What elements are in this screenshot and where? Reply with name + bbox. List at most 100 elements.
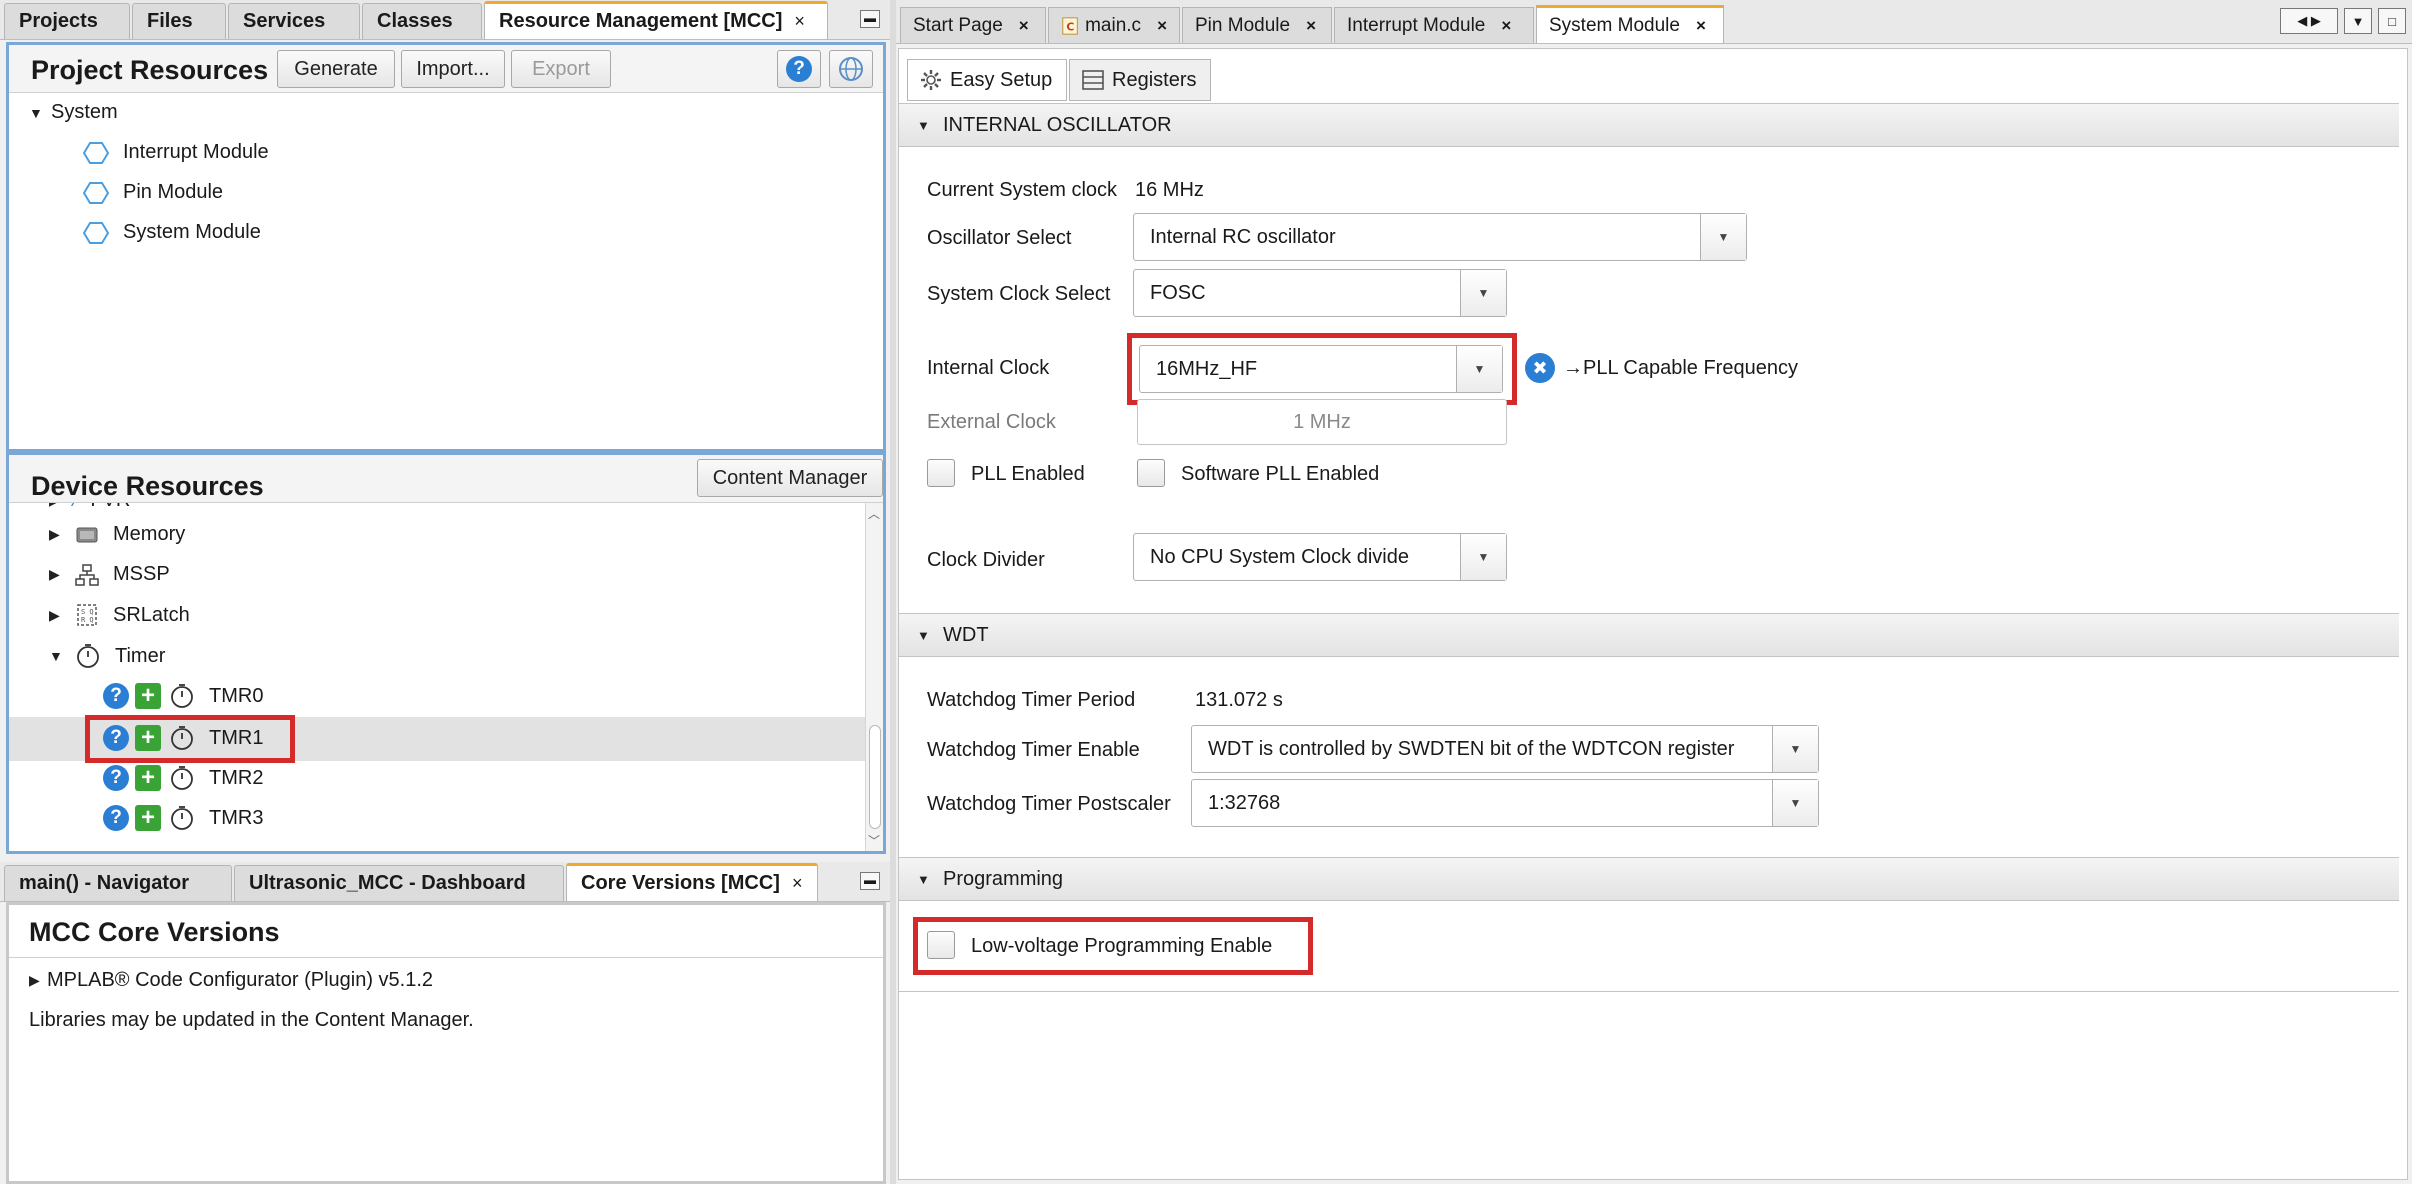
close-icon[interactable]: × [1306,16,1316,36]
globe-button[interactable] [829,50,873,88]
close-icon[interactable]: × [1157,16,1167,36]
help-icon[interactable]: ? [103,683,129,709]
expand-right-icon[interactable]: ▶ [49,503,71,509]
section-title: INTERNAL OSCILLATOR [943,113,1172,136]
oscillator-select-dropdown[interactable]: Internal RC oscillator ▼ [1133,213,1747,261]
tab-scroll-arrows[interactable]: ◀ ▶ [2280,8,2338,34]
tab-services[interactable]: Services [228,3,360,39]
tab-files[interactable]: Files [132,3,226,39]
close-icon[interactable]: × [1696,16,1706,36]
device-resources-panel: Device Resources Content Manager ▶ ⁄ FVR ▶… [6,452,886,854]
import-button[interactable]: Import... [401,50,505,88]
maximize-window-button[interactable]: □ [2378,8,2406,34]
highlight-box [913,917,1313,975]
help-button[interactable]: ? [777,50,821,88]
gear-icon [921,70,941,90]
tab-main-c[interactable]: C main.c × [1048,7,1180,43]
software-pll-checkbox[interactable] [1137,459,1165,487]
tree-item-interrupt-module[interactable]: Interrupt Module [83,141,269,164]
tab-pin-module[interactable]: Pin Module × [1182,7,1332,43]
tree-item-srlatch[interactable]: ▶ S QR Q SRLatch [49,603,190,627]
tree-item-system-module[interactable]: System Module [83,221,261,244]
minimize-window-button[interactable]: ▬ [860,872,880,890]
export-button[interactable]: Export [511,50,611,88]
clock-divider-dropdown[interactable]: No CPU System Clock divide ▼ [1133,533,1507,581]
tree-item-tmr3[interactable]: ? + TMR3 [103,804,263,831]
wdt-postscaler-dropdown[interactable]: 1:32768 ▼ [1191,779,1819,827]
content-manager-note: Libraries may be updated in the Content … [29,1009,474,1031]
expand-right-icon[interactable]: ▶ [29,972,47,989]
generate-button[interactable]: Generate [277,50,395,88]
expand-down-icon[interactable]: ▼ [49,648,71,664]
project-resources-panel: Project Resources Generate Import... Exp… [6,42,886,452]
tab-easy-setup[interactable]: Easy Setup [907,59,1067,101]
collapse-icon[interactable]: ▼ [917,872,943,887]
tab-navigator[interactable]: main() - Navigator [4,865,232,901]
external-clock-field[interactable]: 1 MHz [1137,399,1507,445]
tab-core-versions[interactable]: Core Versions [MCC] × [566,863,818,901]
device-tree-scrollbar[interactable]: ︿ ﹀ [865,503,883,851]
expand-right-icon[interactable]: ▶ [49,566,71,583]
dropdown-value: WDT is controlled by SWDTEN bit of the W… [1208,738,1735,760]
expand-right-icon[interactable]: ▶ [49,526,71,543]
tab-classes[interactable]: Classes [362,3,482,39]
wdt-enable-dropdown[interactable]: WDT is controlled by SWDTEN bit of the W… [1191,725,1819,773]
network-icon [75,563,99,586]
chevron-left-icon[interactable]: ◀ [2297,13,2307,29]
chevron-down-icon[interactable]: ▼ [1460,534,1506,580]
close-icon[interactable]: × [1019,16,1029,36]
chevron-down-icon[interactable]: ▼ [1772,780,1818,826]
minimize-window-button[interactable]: ▬ [860,10,880,28]
collapse-icon[interactable]: ▼ [917,628,943,643]
tab-interrupt-module[interactable]: Interrupt Module × [1334,7,1534,43]
tab-system-module[interactable]: System Module × [1536,5,1724,43]
tab-label: Pin Module [1195,14,1291,36]
collapse-icon[interactable]: ▼ [917,118,943,133]
tab-registers[interactable]: Registers [1069,59,1211,101]
scroll-down-icon[interactable]: ﹀ [868,832,880,849]
add-icon[interactable]: + [135,682,161,709]
tree-item-mssp[interactable]: ▶ MSSP [49,563,170,586]
tree-item-memory[interactable]: ▶ Memory [49,523,185,546]
expand-right-icon[interactable]: ▶ [49,607,71,624]
tree-item-pin-module[interactable]: Pin Module [83,181,223,204]
tree-item-mplab-plugin[interactable]: ▶ MPLAB® Code Configurator (Plugin) v5.1.… [29,969,433,992]
close-icon[interactable]: × [1501,16,1511,36]
help-icon: ? [786,56,812,82]
section-wdt[interactable]: ▼ WDT [899,613,2399,657]
expand-down-icon[interactable]: ▼ [29,105,51,121]
scrollbar-thumb[interactable] [869,725,881,829]
tab-resource-management[interactable]: Resource Management [MCC] × [484,1,828,39]
tab-projects[interactable]: Projects [4,3,130,39]
tree-label: TMR2 [209,766,264,789]
scroll-up-icon[interactable]: ︿ [868,505,880,522]
chevron-right-icon[interactable]: ▶ [2311,13,2321,29]
stopwatch-icon [77,644,99,668]
editor-tabbar: Start Page × C main.c × Pin Module × Interr… [896,0,2412,44]
help-icon[interactable]: ? [103,805,129,831]
chevron-down-icon[interactable]: ▼ [1772,726,1818,772]
pll-enabled-checkbox[interactable] [927,459,955,487]
tree-item-tmr2[interactable]: ? + TMR2 [103,764,264,791]
chevron-down-icon[interactable]: ▼ [1460,270,1506,316]
tab-start-page[interactable]: Start Page × [900,7,1046,43]
close-icon[interactable]: × [792,873,803,894]
module-hexagon-icon [83,181,109,204]
close-icon[interactable]: × [794,11,805,32]
device-resources-tree: ▶ ⁄ FVR ▶ Memory ▶ MSSP ▶ S QR Q SRLatch ▼… [9,503,867,851]
tree-item-fvr[interactable]: ▶ ⁄ FVR [49,503,130,512]
add-icon[interactable]: + [135,764,161,791]
tree-item-system[interactable]: ▼ System [29,101,118,124]
help-icon[interactable]: ? [103,765,129,791]
tree-item-tmr0[interactable]: ? + TMR0 [103,682,263,709]
content-manager-button[interactable]: Content Manager [697,459,883,497]
tree-item-timer[interactable]: ▼ Timer [49,643,165,669]
section-programming[interactable]: ▼ Programming [899,857,2399,901]
tab-list-dropdown[interactable]: ▼ [2344,8,2372,34]
tab-dashboard[interactable]: Ultrasonic_MCC - Dashboard [234,865,564,901]
section-internal-oscillator[interactable]: ▼ INTERNAL OSCILLATOR [899,103,2399,147]
system-clock-select-dropdown[interactable]: FOSC ▼ [1133,269,1507,317]
add-icon[interactable]: + [135,804,161,831]
chevron-down-icon[interactable]: ▼ [1700,214,1746,260]
dropdown-value: No CPU System Clock divide [1150,546,1409,568]
